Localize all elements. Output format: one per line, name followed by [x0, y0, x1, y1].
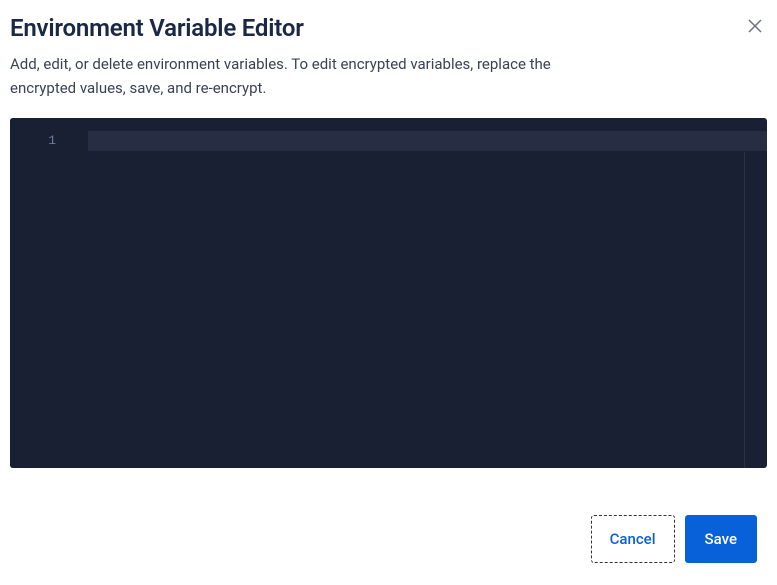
line-number: 1	[10, 131, 56, 151]
modal-title: Environment Variable Editor	[10, 14, 304, 42]
modal-description: Add, edit, or delete environment variabl…	[10, 52, 600, 100]
code-editor[interactable]: 1	[10, 118, 767, 468]
close-icon	[747, 18, 763, 34]
editor-margin-line	[744, 152, 745, 468]
editor-content[interactable]	[88, 131, 767, 468]
current-line-highlight	[88, 131, 767, 151]
save-button[interactable]: Save	[685, 515, 757, 563]
cancel-button[interactable]: Cancel	[591, 515, 675, 563]
close-button[interactable]	[743, 14, 767, 38]
modal-footer: Cancel Save	[581, 503, 767, 575]
editor-gutter: 1	[10, 118, 74, 468]
modal-header: Environment Variable Editor	[10, 10, 767, 52]
